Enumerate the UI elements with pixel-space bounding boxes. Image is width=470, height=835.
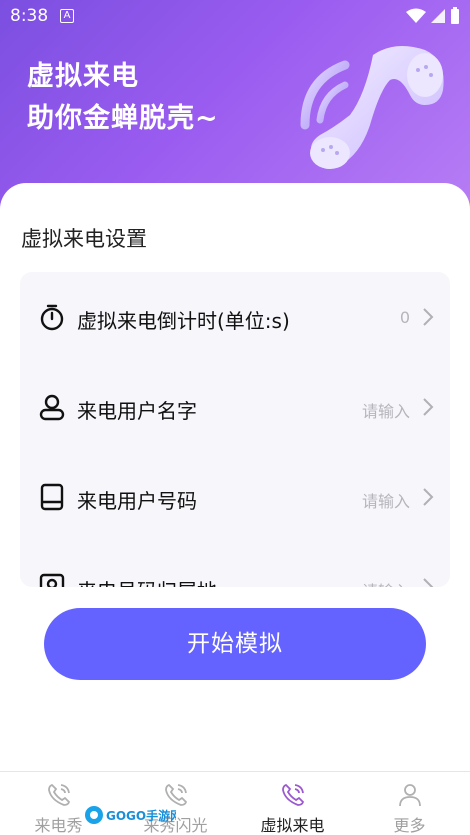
battery-icon [451, 7, 459, 24]
settings-panel: 虚拟来电倒计时(单位:s) 0 来电用户名字 请输入 来电用户号码 请输入 [20, 272, 450, 587]
setting-label: 来电号码归属地 [77, 575, 217, 587]
setting-label: 虚拟来电倒计时(单位:s) [77, 309, 290, 333]
person-icon [399, 784, 421, 807]
hero-title-line2: 助你金蝉脱壳~ [27, 103, 219, 134]
nav-item-virtual-call[interactable]: 虚拟来电 [234, 772, 351, 835]
svg-text:GOGO手游网: GOGO手游网 [106, 808, 176, 823]
phone-handset-illustration [300, 46, 444, 169]
setting-row-countdown[interactable]: 虚拟来电倒计时(单位:s) 0 [20, 272, 450, 362]
user-icon [39, 394, 65, 421]
hero-title-line1: 虚拟来电 [27, 61, 139, 92]
signal-icon [431, 9, 445, 23]
setting-value: 0 [399, 308, 410, 327]
phone-ring-icon [48, 783, 71, 806]
setting-row-caller-number[interactable]: 来电用户号码 请输入 [20, 452, 450, 542]
section-title: 虚拟来电设置 [21, 227, 147, 251]
setting-label: 来电用户名字 [77, 399, 197, 423]
chevron-right-icon [423, 488, 434, 506]
chevron-right-icon [423, 578, 434, 587]
status-icons [406, 7, 460, 25]
setting-label: 来电用户号码 [77, 489, 197, 513]
timer-icon [40, 304, 64, 331]
nav-label: 虚拟来电 [260, 816, 325, 835]
wifi-icon [406, 8, 426, 23]
nav-label: 更多 [393, 816, 426, 835]
status-time: 8:38 [10, 6, 49, 26]
start-simulation-button[interactable]: 开始模拟 [44, 608, 426, 680]
setting-row-caller-name[interactable]: 来电用户名字 请输入 [20, 362, 450, 452]
bottom-nav: 来电秀 来秀闪光 虚拟来电 更多 [0, 771, 470, 835]
chevron-right-icon [423, 398, 434, 416]
phone-ring-icon [282, 783, 305, 806]
setting-row-caller-location[interactable]: 来电号码归属地 请输入 [20, 542, 450, 587]
app-badge-icon: A [60, 9, 74, 23]
setting-value: 请输入 [362, 578, 410, 587]
nav-item-more[interactable]: 更多 [351, 772, 468, 835]
watermark-logo: GOGO手游网 [85, 806, 176, 824]
setting-value: 请输入 [361, 492, 410, 511]
setting-value: 请输入 [361, 402, 410, 421]
phone-device-icon [40, 483, 64, 511]
chevron-right-icon [423, 308, 434, 326]
settings-card: 虚拟来电设置 虚拟来电倒计时(单位:s) 0 来电用户名字 请输入 来电用户号码… [0, 183, 470, 783]
status-bar: 8:38 A [0, 0, 470, 32]
location-card-icon [39, 573, 65, 587]
